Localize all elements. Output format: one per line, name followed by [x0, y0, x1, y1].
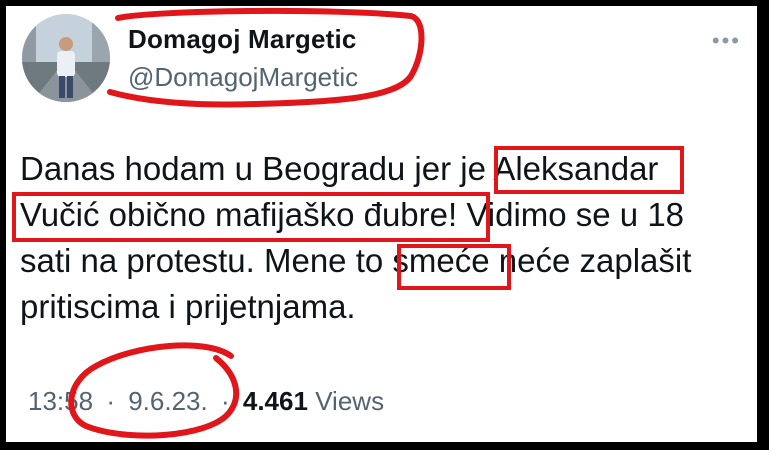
highlight-aleksandar: Aleksandar — [493, 150, 659, 187]
author-name[interactable]: Domagoj Margetic — [128, 24, 357, 55]
highlight-smece: smeće — [392, 242, 490, 279]
more-horizontal-icon[interactable]: ••• — [712, 28, 741, 54]
text-part: Danas hodam u Beogradu jer je — [20, 150, 494, 187]
author-handle[interactable]: @DomagojMargetic — [128, 62, 358, 93]
avatar-photo — [22, 14, 110, 102]
tweet-time[interactable]: 13:58 — [28, 386, 93, 416]
avatar[interactable] — [22, 14, 110, 102]
highlight-insult: Vučić obično mafijaško đubre! — [20, 196, 458, 233]
separator: · — [106, 386, 115, 416]
separator: · — [220, 386, 230, 416]
views-label[interactable]: Views — [315, 386, 384, 416]
tweet-text: Danas hodam u Beogradu jer je Aleksandar… — [20, 146, 740, 330]
views-count: 4.461 — [242, 386, 308, 416]
tweet-card: Domagoj Margetic @DomagojMargetic ••• Da… — [6, 6, 757, 442]
tweet-meta: 13:58 · 9.6.23. · 4.461 Views — [28, 386, 384, 417]
tweet-date[interactable]: 9.6.23. — [128, 386, 208, 416]
